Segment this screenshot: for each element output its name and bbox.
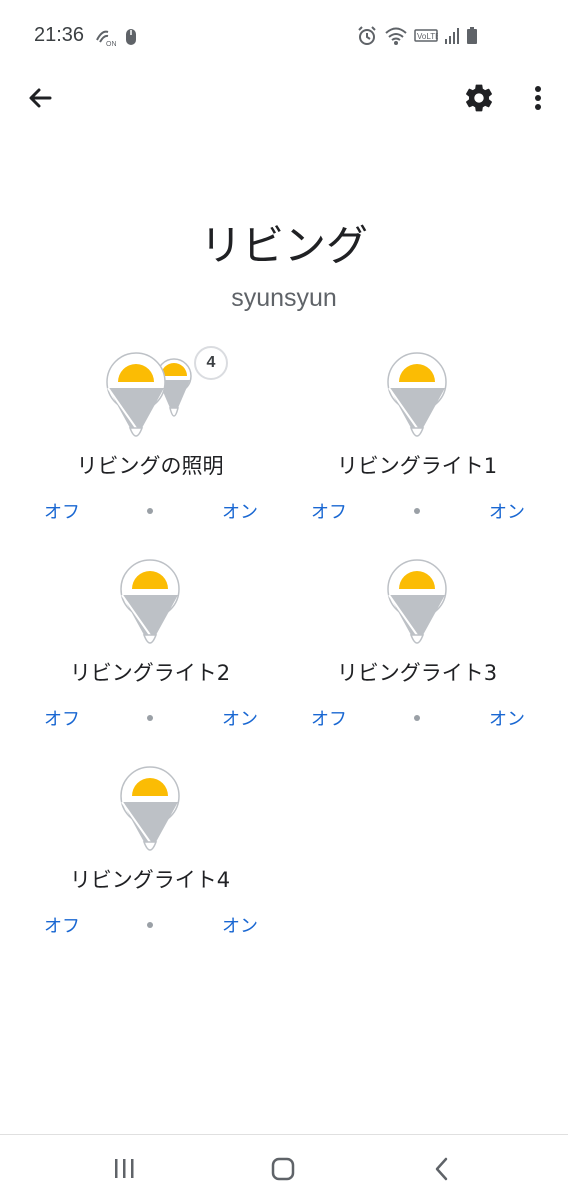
gear-icon: [466, 84, 492, 112]
system-nav-bar: [0, 1134, 568, 1200]
on-button[interactable]: オン: [200, 498, 280, 524]
device-light-4[interactable]: リビングライト4 オフ オン: [20, 764, 280, 954]
screen: 21:36 ON VoLTE リビング syunsyun リビングの照明 オフ …: [0, 0, 568, 1200]
device-group-lights[interactable]: リビングの照明 オフ オン: [20, 350, 280, 540]
nfc-on-icon: ON: [94, 26, 117, 52]
on-button[interactable]: オン: [467, 498, 547, 524]
separator-dot: [414, 508, 420, 514]
separator-dot: [147, 715, 153, 721]
device-light-1[interactable]: リビングライト1 オフ オン: [287, 350, 547, 540]
light-group-icon: [20, 350, 280, 440]
status-bar: 21:36 ON VoLTE: [0, 0, 568, 72]
svg-text:VoLTE: VoLTE: [417, 32, 438, 41]
device-name: リビングライト4: [69, 868, 231, 892]
off-button[interactable]: オフ: [22, 498, 102, 524]
arrow-back-icon: [29, 88, 52, 108]
off-button[interactable]: オフ: [289, 705, 369, 731]
device-controls: オフ オン: [287, 498, 547, 524]
on-button[interactable]: オン: [200, 705, 280, 731]
signal-icon: [444, 25, 460, 51]
device-light-2[interactable]: リビングライト2 オフ オン: [20, 557, 280, 747]
status-time: 21:36: [34, 24, 85, 46]
device-name: リビングライト2: [69, 661, 231, 685]
wifi-icon: [384, 25, 408, 51]
back-nav-icon: [435, 1157, 448, 1181]
mouse-icon: [124, 26, 138, 52]
group-count-badge: 4: [194, 346, 228, 380]
light-bulb-icon: [20, 764, 280, 854]
device-light-3[interactable]: リビングライト3 オフ オン: [287, 557, 547, 747]
more-button[interactable]: [526, 82, 550, 114]
recent-apps-icon: [115, 1159, 134, 1178]
light-bulb-icon: [287, 557, 547, 647]
home-icon: [271, 1157, 295, 1181]
device-controls: オフ オン: [20, 705, 280, 731]
home-nav-button[interactable]: [263, 1153, 303, 1185]
settings-button[interactable]: [463, 82, 495, 114]
device-name: リビングライト1: [336, 454, 498, 478]
separator-dot: [147, 922, 153, 928]
device-controls: オフ オン: [20, 498, 280, 524]
device-name: リビングの照明: [76, 454, 224, 478]
on-button[interactable]: オン: [467, 705, 547, 731]
svg-text:ON: ON: [106, 41, 116, 48]
off-button[interactable]: オフ: [22, 705, 102, 731]
on-button[interactable]: オン: [200, 912, 280, 938]
back-nav-button[interactable]: [422, 1153, 462, 1185]
home-name: syunsyun: [231, 284, 337, 312]
alarm-icon: [356, 25, 378, 51]
light-bulb-icon: [20, 557, 280, 647]
recent-apps-button[interactable]: [104, 1153, 144, 1185]
device-name: リビングライト3: [336, 661, 498, 685]
separator-dot: [147, 508, 153, 514]
back-button[interactable]: [24, 82, 56, 114]
room-title: リビング: [199, 221, 368, 270]
battery-icon: [466, 25, 478, 51]
volte-icon: VoLTE: [414, 25, 440, 51]
light-bulb-icon: [287, 350, 547, 440]
off-button[interactable]: オフ: [22, 912, 102, 938]
more-vert-icon: [535, 86, 541, 110]
separator-dot: [414, 715, 420, 721]
off-button[interactable]: オフ: [289, 498, 369, 524]
device-controls: オフ オン: [20, 912, 280, 938]
device-controls: オフ オン: [287, 705, 547, 731]
